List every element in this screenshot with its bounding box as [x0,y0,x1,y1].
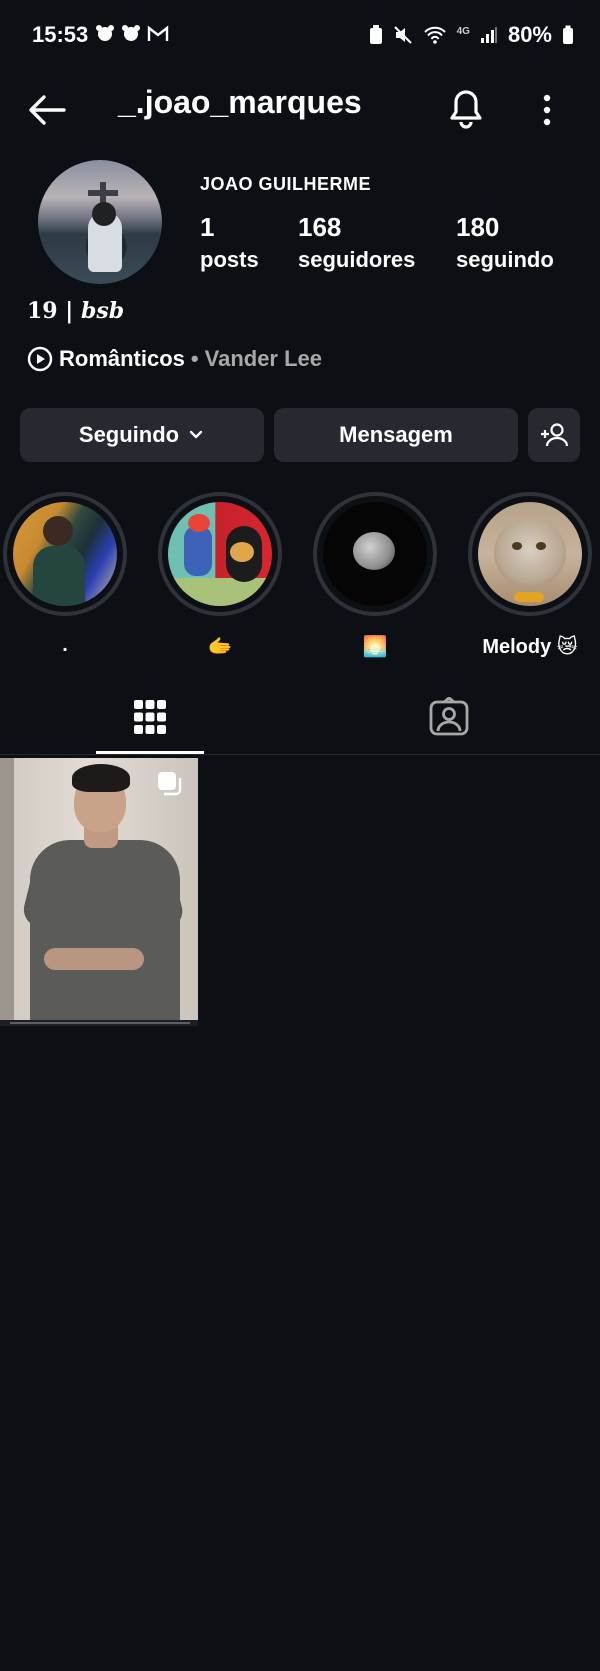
highlight-label: 🫱 [207,636,233,658]
carousel-icon [158,772,182,796]
following-button[interactable]: Seguindo [20,408,264,462]
more-vertical-icon [543,94,551,126]
profile-tabs [0,680,600,755]
notification-app-icon [96,25,114,41]
signal-icon [480,27,497,43]
message-button[interactable]: Mensagem [274,408,518,462]
highlight-label: 🌅 [362,636,388,658]
back-button[interactable] [26,88,70,132]
music-artist: Vander Lee [204,346,323,371]
highlight-cover [323,502,427,606]
play-circle-icon [27,346,53,372]
grid-icon [134,700,166,734]
stat-followers-count: 168 [298,212,342,242]
stat-followers-label: seguidores [298,247,416,272]
wifi-icon [423,26,446,44]
message-label: Mensagem [339,422,453,447]
highlight-item[interactable]: Melody 😿 [468,492,592,659]
following-label: Seguindo [78,422,180,447]
highlight-item[interactable]: 🫱 [158,492,282,659]
profile-full-name: JOAO GUILHERME [200,174,372,194]
tagged-person-icon [429,697,469,736]
notification-icons [95,24,169,44]
stat-posts-label: posts [200,247,259,272]
profile-music[interactable]: Românticos • Vander Lee [27,346,322,372]
suggest-people-button[interactable] [528,408,580,462]
highlight-cover [168,502,272,606]
profile-bio: 19 | bsb [27,298,124,324]
notifications-button[interactable] [444,82,488,132]
stat-following-count: 180 [456,212,500,242]
network-type: 4G [456,25,470,37]
highlight-item[interactable]: . [3,492,127,657]
tab-tagged[interactable] [414,680,484,754]
highlight-label: . [62,634,68,656]
stat-followers[interactable]: 168 seguidores [298,212,415,273]
active-tab-indicator [96,751,204,754]
battery-percent: 80% [507,22,552,47]
bio-text: 19 | [27,298,81,324]
music-separator: • [190,346,199,371]
stat-following-label: seguindo [456,247,554,272]
gmail-icon [147,25,169,41]
status-time: 15:53 [32,22,89,47]
more-options-button[interactable] [534,86,560,134]
highlight-item[interactable]: 🌅 [313,492,437,659]
post-thumbnail[interactable] [0,758,198,1026]
highlight-ring [158,492,282,616]
stat-posts-count: 1 [200,212,215,242]
music-song: Românticos [59,346,185,371]
add-person-icon [541,423,569,447]
chevron-down-icon [189,430,203,439]
back-arrow-icon [29,95,66,125]
profile-avatar[interactable] [38,160,162,284]
stat-posts: 1 posts [200,212,259,273]
notification-app-icon [122,25,140,41]
battery-saver-icon [369,25,382,44]
bio-italic-text: bsb [80,298,125,324]
status-bar: 15:53 4G 80% [0,18,600,54]
stat-following[interactable]: 180 seguindo [456,212,554,273]
highlight-label: Melody 😿 [482,636,578,658]
highlight-cover [478,502,582,606]
tab-posts-grid[interactable] [96,680,204,754]
mute-icon [393,26,412,44]
header-username: _.joao_marques [118,84,362,120]
highlight-ring [468,492,592,616]
highlight-cover [13,502,117,606]
highlight-ring [3,492,127,616]
system-icons: 4G 80% [369,22,574,48]
highlight-ring [313,492,437,616]
bell-icon [450,90,482,129]
profile-header: _.joao_marques [0,78,600,148]
battery-icon [563,25,573,44]
